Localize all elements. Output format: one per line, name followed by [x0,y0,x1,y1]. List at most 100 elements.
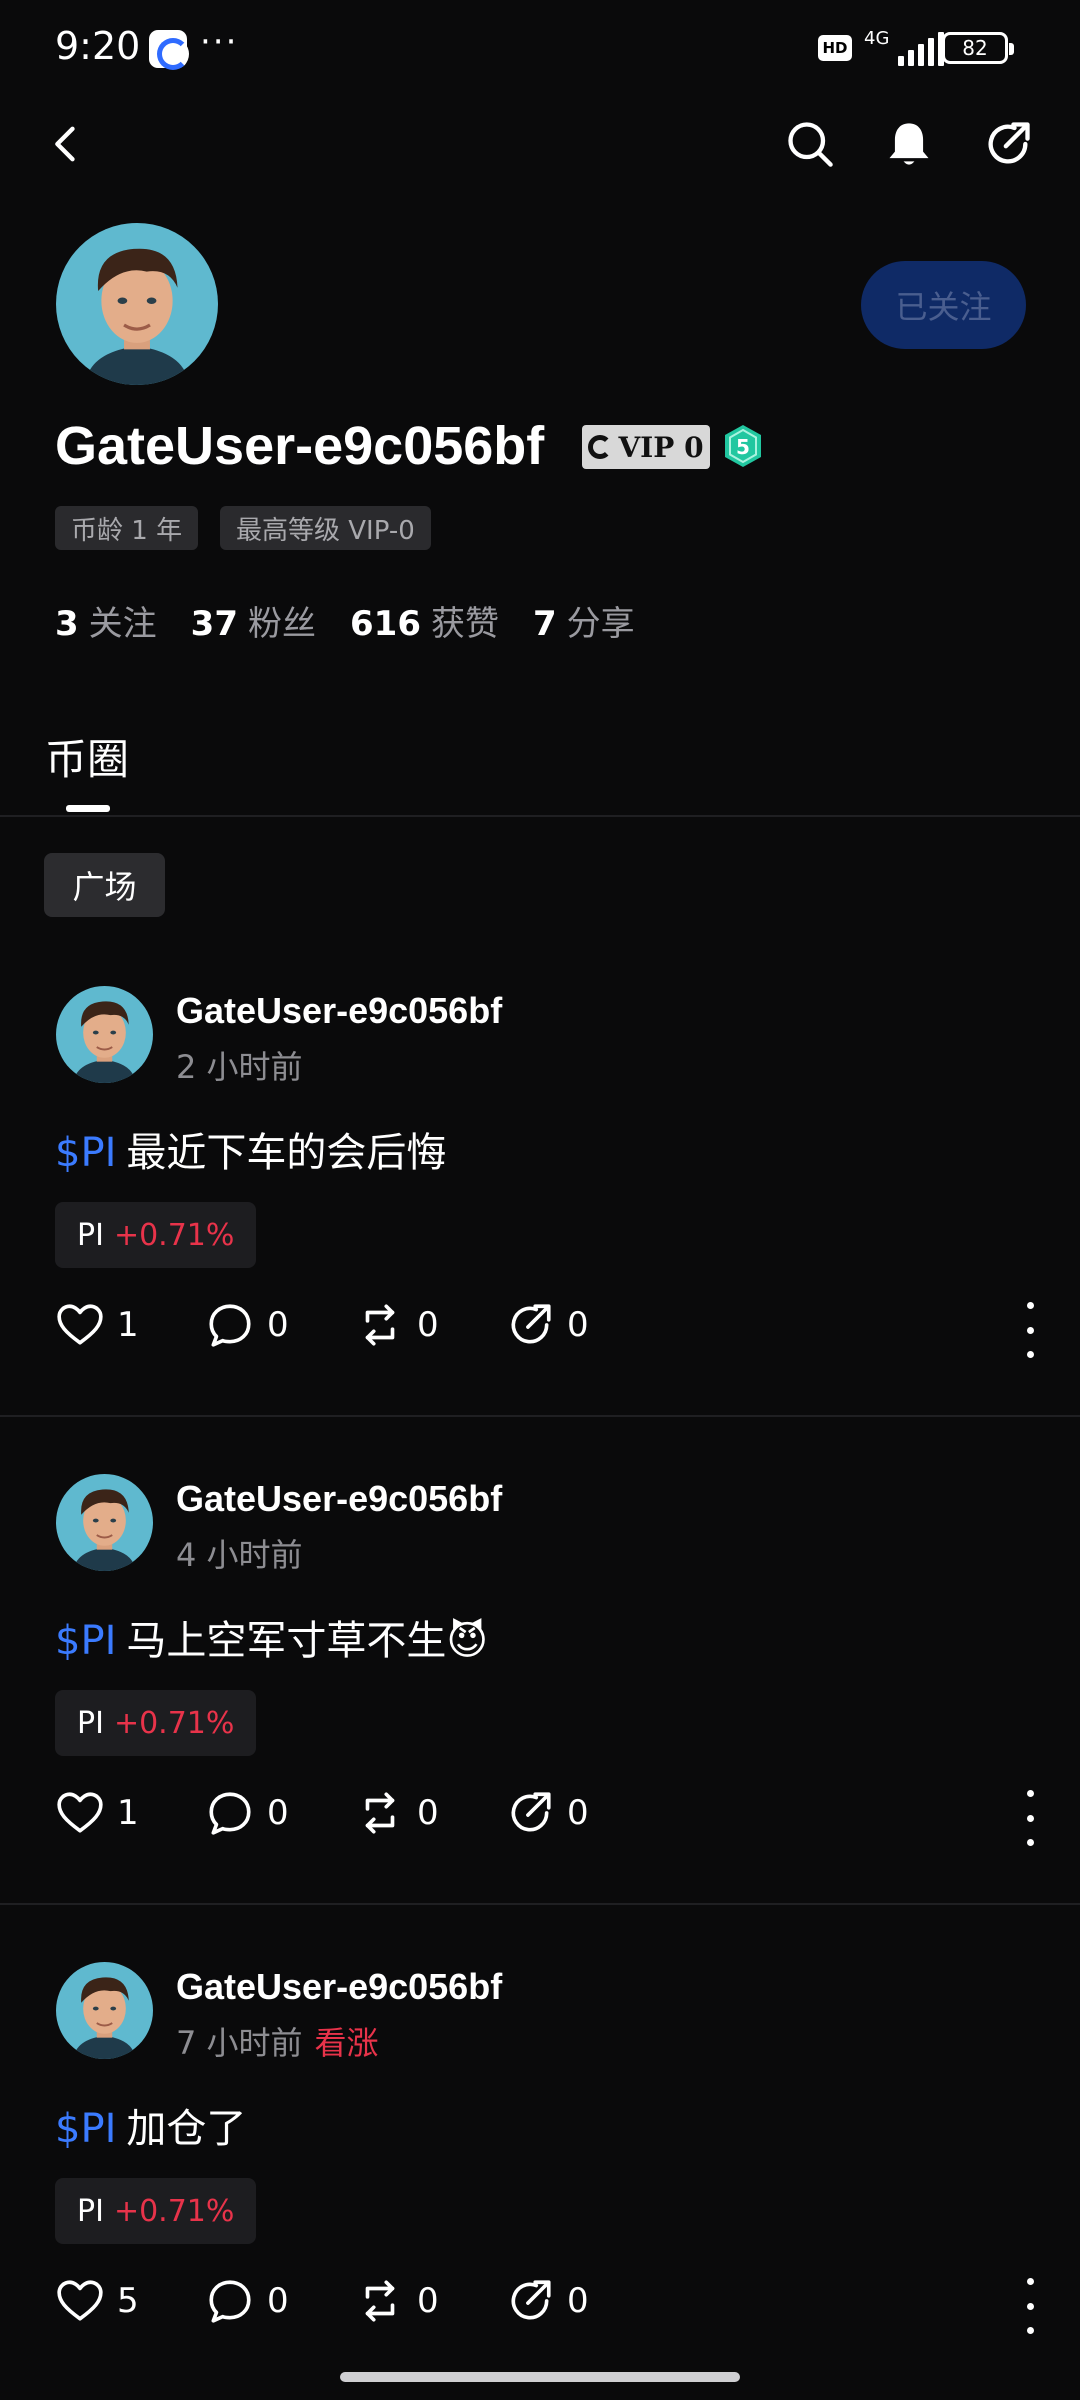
more-options-button[interactable] [1015,1302,1045,1358]
search-icon [788,122,833,167]
post-symbol-link[interactable]: $PI [55,1618,116,1664]
post-time: 2 小时前 [176,1048,303,1086]
share-icon [511,1792,551,1832]
repost-icon [365,1304,395,1346]
heart-icon [57,2280,103,2321]
repost-button[interactable]: 0 [355,1300,439,1350]
signal-icon [898,32,944,66]
chevron-left-icon [55,126,75,162]
post-content[interactable]: $PI 加仓了 [55,2096,246,2154]
status-more: ··· [200,22,239,62]
post-text: 加仓了 [126,2106,247,2152]
ticker-symbol: PI [77,1217,104,1253]
following-button[interactable]: 已关注 [861,261,1026,349]
profile-avatar[interactable] [56,223,218,385]
level-badge: 5 [722,423,764,469]
post-content[interactable]: $PI 最近下车的会后悔 [55,1120,446,1178]
ticker-chip[interactable]: PI +0.71% [55,1690,257,1756]
like-count: 5 [117,2281,139,2321]
stat-following[interactable]: 3 关注 [55,596,157,645]
tab-divider [0,815,1080,817]
status-time: 9:20 [55,24,141,68]
notifications-button[interactable] [877,112,941,176]
comment-button[interactable]: 0 [205,2276,289,2326]
network-type: 4G [864,28,890,49]
post-text: 最近下车的会后悔 [126,1130,447,1176]
ticker-chip[interactable]: PI +0.71% [55,2178,257,2244]
repost-count: 0 [417,1793,439,1833]
share-icon [511,1304,551,1344]
tab-active-indicator [66,805,110,812]
more-options-button[interactable] [1015,1790,1045,1846]
comment-button[interactable]: 0 [205,1788,289,1838]
ticker-change: +0.71% [113,2193,235,2229]
post-avatar[interactable] [56,1474,153,1571]
post-divider [0,1415,1080,1417]
back-button[interactable] [34,112,98,176]
post-actions: 5 0 0 0 [55,2276,1045,2336]
profile-stats: 3 关注 37 粉丝 616 获赞 7 分享 [55,596,635,645]
ticker-chip[interactable]: PI +0.71% [55,1202,257,1268]
post-symbol-link[interactable]: $PI [55,1130,116,1176]
repost-icon [365,2280,395,2322]
ticker-change: +0.71% [113,1217,235,1253]
tag-highest-vip: 最高等级 VIP-0 [220,506,431,550]
like-button[interactable]: 1 [55,1300,139,1350]
status-bar: 9:20 ··· HD 4G 82 [0,0,1080,98]
svg-text:5: 5 [736,435,750,459]
comment-count: 0 [267,2281,289,2321]
search-button[interactable] [778,112,842,176]
post-divider [0,1903,1080,1905]
ticker-symbol: PI [77,1705,104,1741]
like-count: 1 [117,1793,139,1833]
share-button[interactable]: 0 [505,1788,589,1838]
post-avatar[interactable] [56,1962,153,2059]
like-button[interactable]: 1 [55,1788,139,1838]
gate-logo-icon [588,435,613,459]
ticker-change: +0.71% [113,1705,235,1741]
stat-followers[interactable]: 37 粉丝 [191,596,316,645]
ticker-symbol: PI [77,2193,104,2229]
post-author[interactable]: GateUser-e9c056bf [176,990,502,1032]
tab-coin-circle[interactable]: 币圈 [45,726,129,787]
post-author[interactable]: GateUser-e9c056bf [176,1966,502,2008]
hd-icon: HD [818,35,852,61]
share-profile-button[interactable] [976,112,1040,176]
stat-likes: 616 获赞 [350,604,499,644]
share-count: 0 [567,2281,589,2321]
vip-badge: VIP 0 [582,425,710,469]
post-content[interactable]: $PI 马上空军寸草不生😈 [55,1608,488,1666]
post-time: 4 小时前 [176,1536,303,1574]
comment-count: 0 [267,1793,289,1833]
post-time: 7 小时前 看涨 [176,2024,379,2062]
vip-label: VIP 0 [618,430,704,464]
post-sentiment: 看涨 [314,2024,379,2062]
like-button[interactable]: 5 [55,2276,139,2326]
share-icon [988,122,1030,164]
heart-icon [57,1792,103,1833]
repost-icon [365,1792,395,1834]
repost-button[interactable]: 0 [355,1788,439,1838]
share-icon [511,2280,551,2320]
profile-username: GateUser-e9c056bf [55,416,545,476]
post-author[interactable]: GateUser-e9c056bf [176,1478,502,1520]
share-button[interactable]: 0 [505,2276,589,2326]
post-symbol-link[interactable]: $PI [55,2106,116,2152]
home-indicator[interactable] [340,2372,740,2382]
comment-button[interactable]: 0 [205,1300,289,1350]
repost-count: 0 [417,1305,439,1345]
bell-icon [889,123,929,165]
gate-app-icon [149,30,189,70]
share-button[interactable]: 0 [505,1300,589,1350]
post-avatar[interactable] [56,986,153,1083]
heart-icon [57,1304,103,1345]
comment-icon [209,1304,251,1347]
post-actions: 1 0 0 0 [55,1788,1045,1848]
comment-icon [209,2280,251,2323]
more-options-button[interactable] [1015,2278,1045,2334]
repost-count: 0 [417,2281,439,2321]
comment-icon [209,1792,251,1835]
post-text: 马上空军寸草不生😈 [126,1618,489,1664]
repost-button[interactable]: 0 [355,2276,439,2326]
filter-chip-plaza[interactable]: 广场 [44,853,165,917]
